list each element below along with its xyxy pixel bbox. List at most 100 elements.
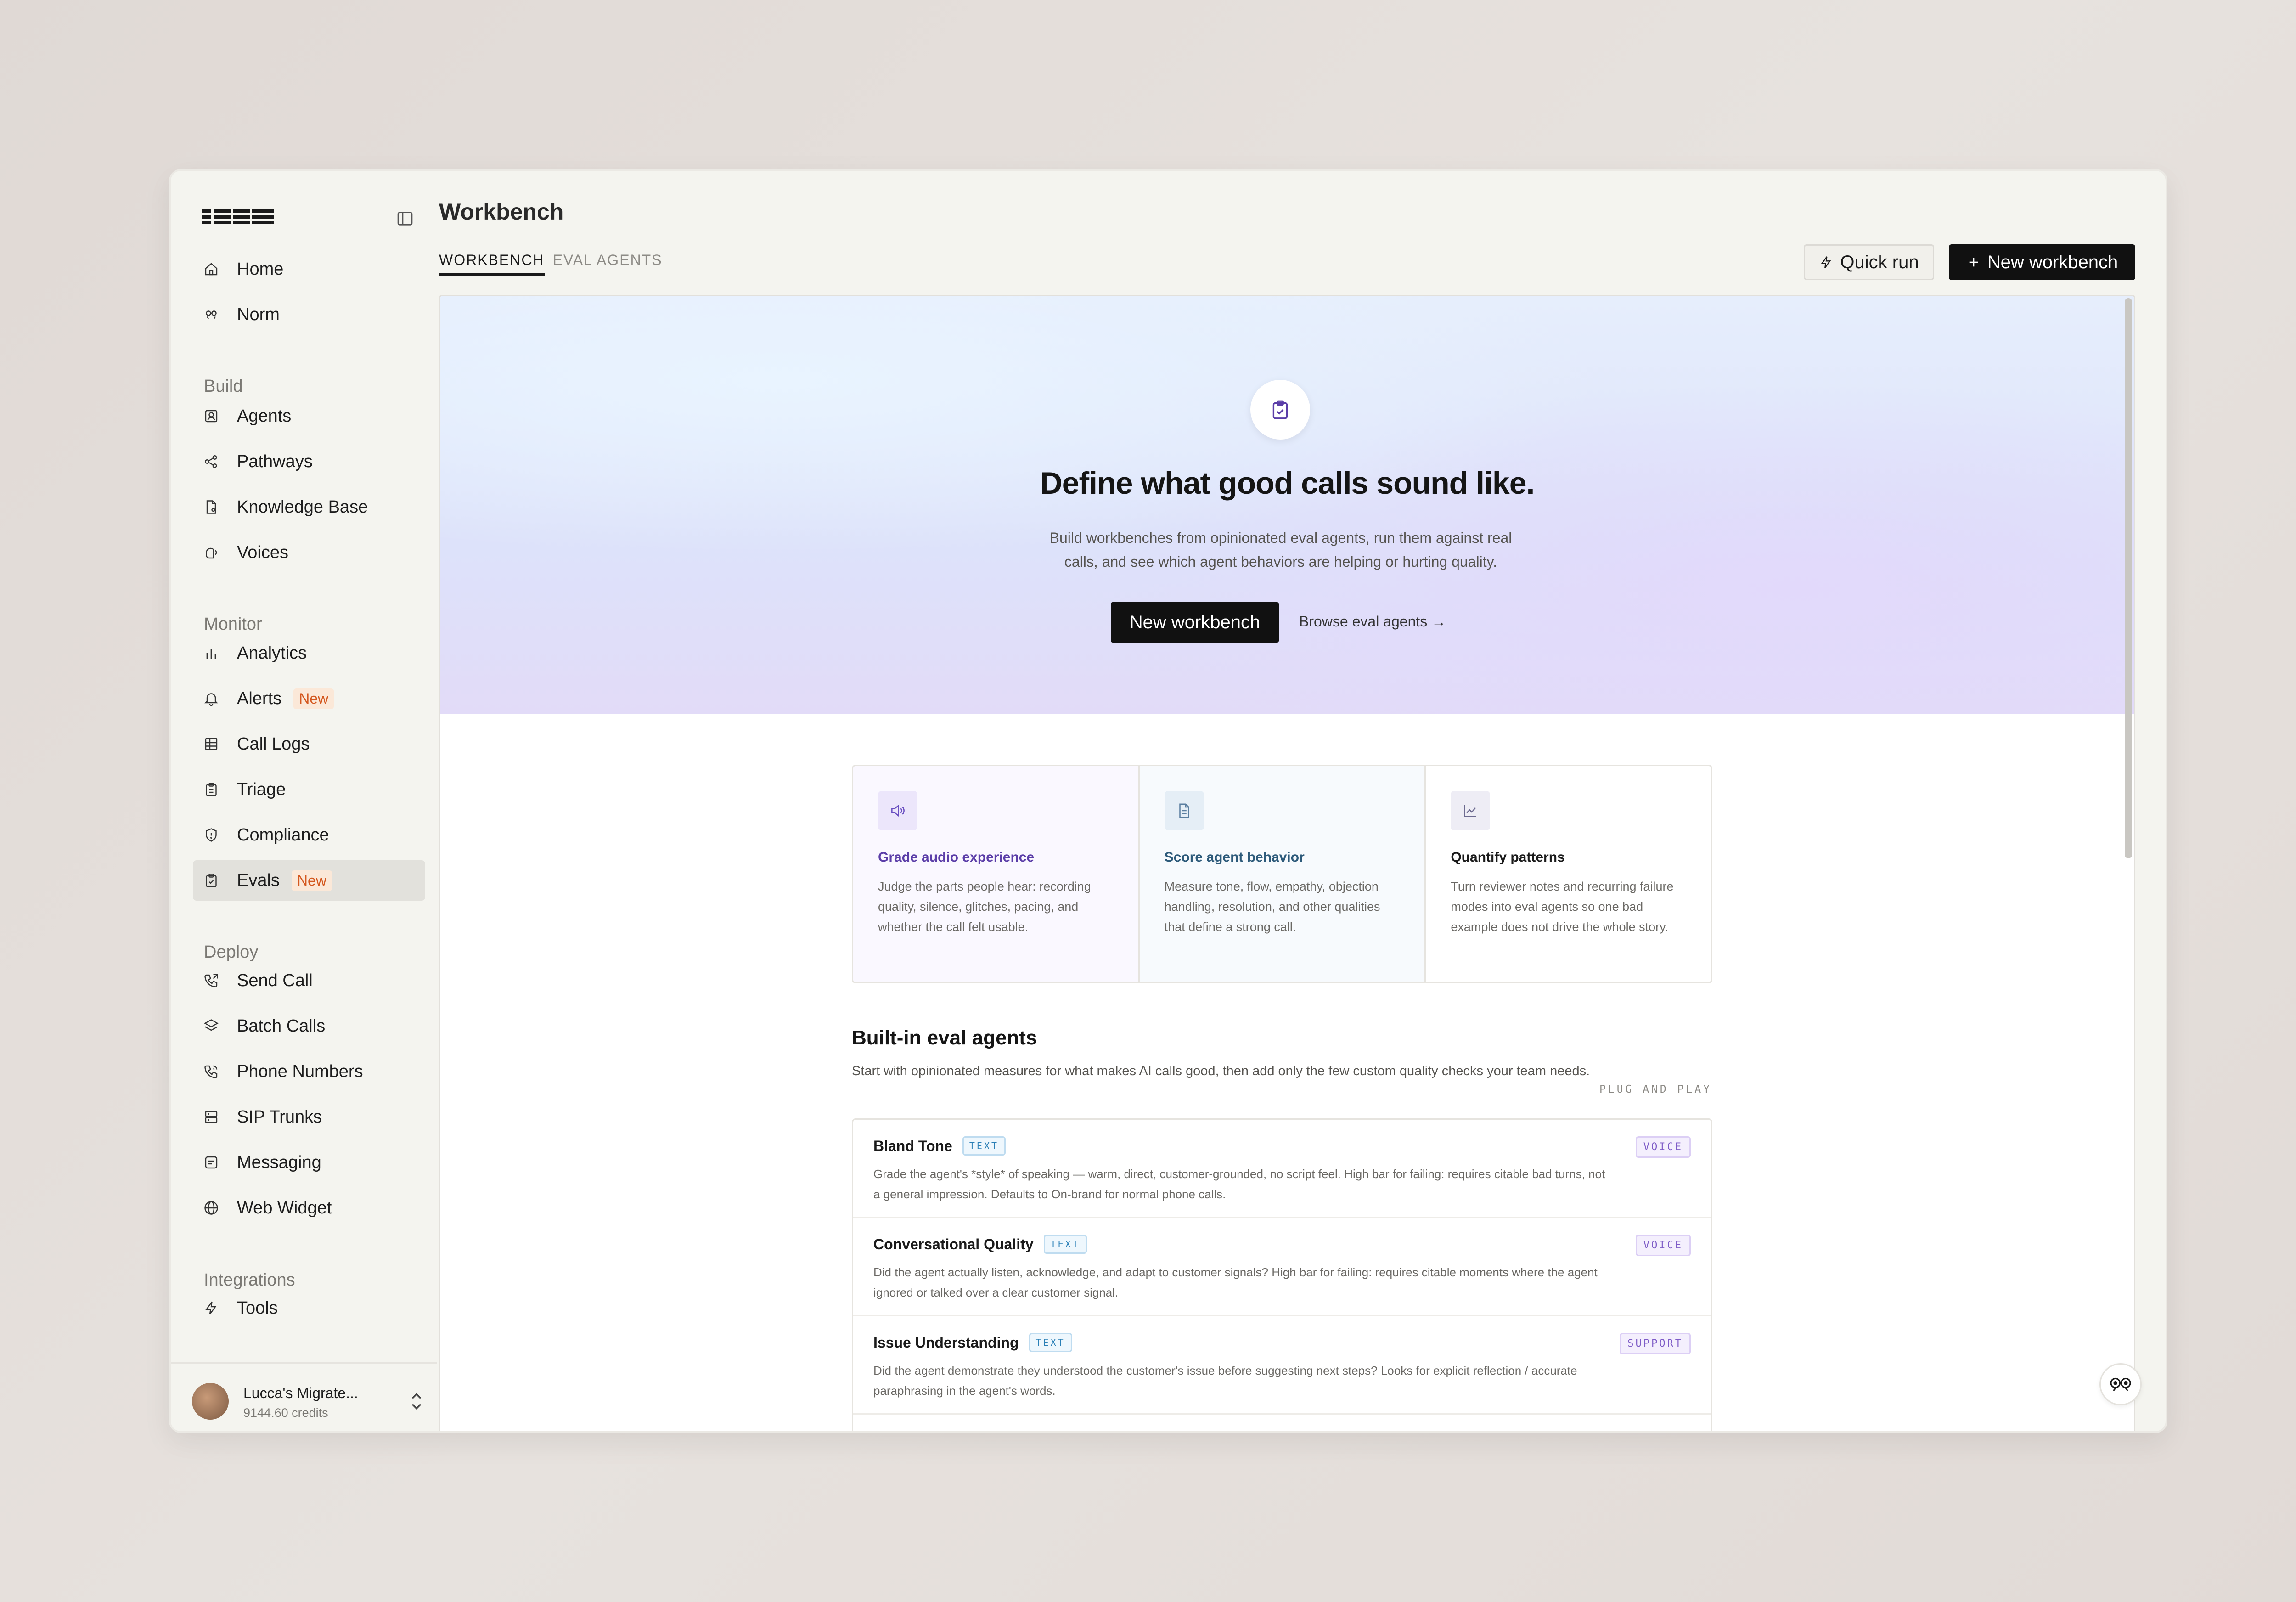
hero: Define what good calls sound like. Build… [440, 296, 2134, 714]
norm-assistant-icon[interactable] [2099, 1363, 2142, 1405]
sidebar-item-home[interactable]: Home [193, 249, 425, 289]
hero-subtitle: Build workbenches from opinionated eval … [1049, 530, 1512, 570]
sidebar-item-label: Knowledge Base [237, 497, 368, 517]
sidebar-item-evals[interactable]: Evals New [193, 860, 425, 901]
account-name: Lucca's Migrate... [243, 1385, 358, 1401]
sidebar-item-label: Pathways [237, 451, 313, 471]
sidebar-item-label: Agents [237, 406, 292, 426]
feature-title: Score agent behavior [1164, 850, 1305, 865]
sidebar-item-batch-calls[interactable]: Batch Calls [193, 1006, 425, 1046]
sidebar-item-compliance[interactable]: Compliance [193, 815, 425, 855]
feature-card: Score agent behavior Measure tone, flow,… [1139, 766, 1426, 982]
avatar [192, 1383, 229, 1420]
sidebar-item-sip-trunks[interactable]: SIP Trunks [193, 1097, 425, 1137]
category-tag: VOICE [1635, 1136, 1691, 1158]
sidebar-item-alerts[interactable]: Alerts New [193, 678, 425, 719]
bell-icon [202, 689, 220, 708]
agent-name: Bland Tone [873, 1137, 952, 1154]
category-tag: VOICE [1635, 1235, 1691, 1256]
page-title: Workbench [439, 199, 564, 225]
sidebar-item-label: Alerts [237, 688, 282, 708]
agent-name: Issue Understanding [873, 1334, 1019, 1351]
list-item[interactable]: Issue Understanding TEXT Did the agent de… [853, 1316, 1711, 1415]
sidebar-item-messaging[interactable]: Messaging [193, 1142, 425, 1183]
bolt-icon [1821, 256, 1831, 268]
builtin-section-subtitle: Start with opinionated measures for what… [852, 1064, 1590, 1078]
sidebar-item-knowledge-base[interactable]: Knowledge Base [193, 487, 425, 527]
sidebar-item-label: Call Logs [237, 734, 310, 754]
tab-workbench[interactable]: WORKBENCH [439, 252, 545, 276]
type-tag: TEXT [1029, 1333, 1072, 1352]
sidebar-item-label: Analytics [237, 643, 307, 663]
section-label-build: Build [204, 377, 243, 396]
category-tag: SUPPORT [1620, 1333, 1691, 1354]
browse-eval-agents-link[interactable]: Browse eval agents → [1299, 613, 1446, 630]
table-icon [202, 735, 220, 753]
new-badge: New [291, 870, 332, 891]
feature-title: Grade audio experience [878, 850, 1035, 865]
file-icon [202, 498, 220, 516]
agent-icon [202, 407, 220, 425]
agent-description: Grade the agent's *style* of speaking — … [873, 1167, 1605, 1201]
sidebar-item-label: Compliance [237, 825, 329, 845]
clipboard-check-icon [1250, 380, 1310, 440]
feature-description: Judge the parts people hear: recording q… [878, 880, 1091, 934]
feature-title: Quantify patterns [1451, 850, 1565, 865]
list-item[interactable]: Conversational Quality TEXT Did the agent… [853, 1218, 1711, 1316]
message-icon [202, 1153, 220, 1172]
sidebar-item-label: Messaging [237, 1152, 321, 1172]
clipboard-check-icon [202, 871, 220, 890]
sidebar-item-analytics[interactable]: Analytics [193, 633, 425, 673]
sidebar-item-triage[interactable]: Triage [193, 769, 425, 810]
feature-card: Grade audio experience Judge the parts p… [853, 766, 1140, 982]
feature-card: Quantify patterns Turn reviewer notes an… [1426, 766, 1711, 982]
sidebar-item-tools[interactable]: Tools [193, 1288, 425, 1328]
hero-new-workbench-button[interactable]: New workbench [1111, 602, 1279, 643]
plug-and-play-label: PLUG AND PLAY [1599, 1083, 1712, 1095]
feature-description: Turn reviewer notes and recurring failur… [1451, 880, 1674, 934]
sidebar-item-label: Voices [237, 542, 288, 562]
sidebar-item-web-widget[interactable]: Web Widget [193, 1188, 425, 1228]
sidebar-item-call-logs[interactable]: Call Logs [193, 724, 425, 764]
sidebar-item-voices[interactable]: Voices [193, 532, 425, 573]
tab-eval-agents[interactable]: EVAL AGENTS [553, 252, 663, 276]
phone-outgoing-icon [202, 971, 220, 990]
sidebar-item-send-call[interactable]: Send Call [193, 960, 425, 1001]
chevron-updown-icon[interactable] [410, 1392, 423, 1410]
account-credits: 9144.60 credits [243, 1406, 328, 1420]
main-content: Define what good calls sound like. Build… [439, 295, 2135, 1431]
sidebar-item-agents[interactable]: Agents [193, 396, 425, 436]
sidebar-item-label: Norm [237, 305, 280, 324]
home-icon [202, 260, 220, 278]
quick-run-label: Quick run [1840, 252, 1919, 272]
new-badge: New [293, 688, 334, 709]
sidebar-item-phone-numbers[interactable]: Phone Numbers [193, 1051, 425, 1092]
share-icon [202, 452, 220, 471]
account-switcher[interactable]: Lucca's Migrate... 9144.60 credits [171, 1362, 437, 1431]
sidebar-item-label: Triage [237, 779, 286, 799]
type-tag: TEXT [962, 1136, 1006, 1156]
bolt-icon [202, 1299, 220, 1317]
phone-icon [202, 1062, 220, 1081]
sidebar-item-label: Evals [237, 870, 280, 890]
clipboard-icon [202, 780, 220, 799]
sidebar-item-norm[interactable]: Norm [193, 294, 425, 335]
line-chart-icon [1451, 791, 1491, 830]
shield-icon [202, 826, 220, 844]
quick-run-button[interactable]: Quick run [1804, 244, 1934, 280]
scrollbar[interactable] [2125, 298, 2132, 858]
sidebar-item-label: Web Widget [237, 1198, 332, 1218]
sidebar-item-label: Phone Numbers [237, 1061, 363, 1081]
agent-description: Did the agent actually listen, acknowled… [873, 1265, 1598, 1299]
feature-description: Measure tone, flow, empathy, objection h… [1164, 880, 1380, 934]
new-workbench-button[interactable]: New workbench [1949, 244, 2135, 280]
sidebar-item-pathways[interactable]: Pathways [193, 441, 425, 482]
list-item[interactable]: Bland Tone TEXT Grade the agent's *style*… [853, 1120, 1711, 1218]
sidebar-item-label: Tools [237, 1298, 278, 1318]
agent-name: Conversational Quality [873, 1235, 1034, 1252]
speaker-icon [878, 791, 917, 830]
bar-chart-icon [202, 644, 220, 662]
bland-logo[interactable] [202, 208, 274, 226]
section-label-deploy: Deploy [204, 942, 259, 962]
sidebar-toggle-icon[interactable] [396, 209, 414, 228]
